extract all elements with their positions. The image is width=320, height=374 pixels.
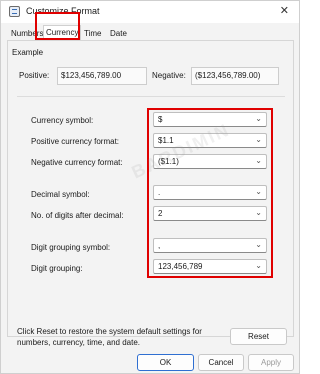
decimal-symbol-label: Decimal symbol: xyxy=(31,190,90,199)
currency-tab-highlight xyxy=(35,12,80,40)
ok-button[interactable]: OK xyxy=(137,354,194,371)
negative-example-value: ($123,456,789.00) xyxy=(191,67,279,85)
tab-date[interactable]: Date xyxy=(108,27,129,41)
grouping-symbol-label: Digit grouping symbol: xyxy=(31,243,111,252)
positive-format-label: Positive currency format: xyxy=(31,137,120,146)
cancel-button[interactable]: Cancel xyxy=(198,354,244,371)
reset-note: Click Reset to restore the system defaul… xyxy=(17,327,202,347)
example-heading: Example xyxy=(12,48,44,57)
separator xyxy=(17,96,285,97)
negative-label: Negative: xyxy=(152,71,186,80)
currency-symbol-label: Currency symbol: xyxy=(31,116,94,125)
positive-label: Positive: xyxy=(19,71,50,80)
reset-button[interactable]: Reset xyxy=(230,328,287,345)
close-icon[interactable]: ✕ xyxy=(280,4,289,17)
customize-format-dialog: Customize Format ✕ Numbers Currency Time… xyxy=(0,0,300,374)
tab-time[interactable]: Time xyxy=(82,27,103,41)
digits-after-decimal-label: No. of digits after decimal: xyxy=(31,211,124,220)
control-panel-icon xyxy=(9,6,20,17)
positive-example-value: $123,456,789.00 xyxy=(57,67,147,85)
apply-button[interactable]: Apply xyxy=(248,354,294,371)
digit-grouping-label: Digit grouping: xyxy=(31,264,83,273)
negative-format-label: Negative currency format: xyxy=(31,158,123,167)
